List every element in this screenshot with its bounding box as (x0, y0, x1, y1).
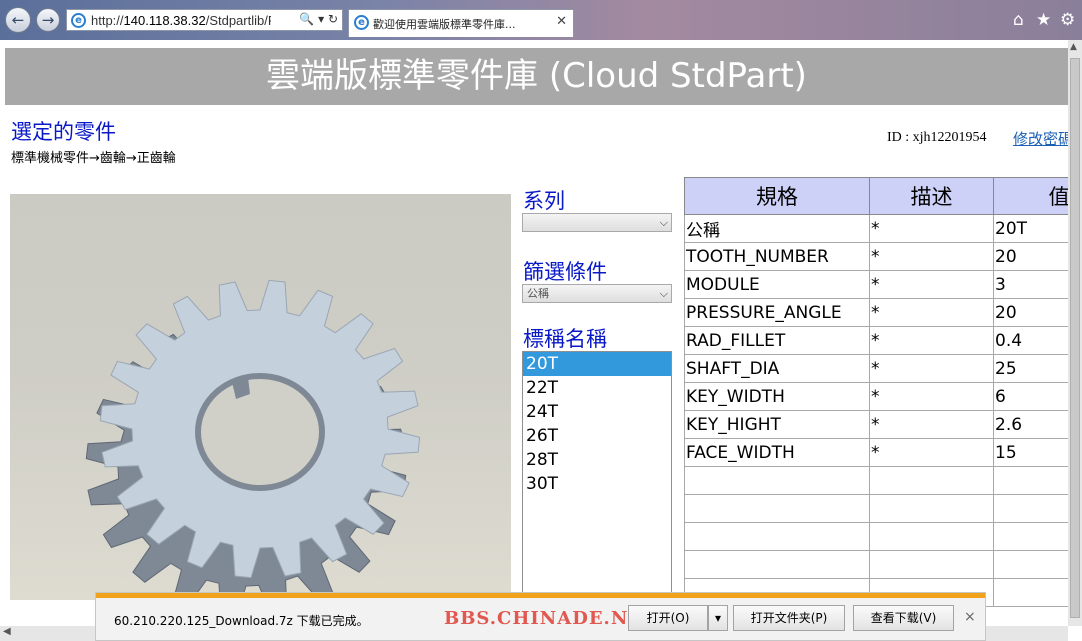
table-row: RAD_FILLET * 0.4 (684, 326, 1068, 355)
user-id: ID : xjh12201954 (887, 130, 987, 145)
filter-condition-label: 篩選條件 (523, 260, 607, 284)
gear-model-image (85, 279, 421, 600)
empty-table-row (684, 550, 1068, 579)
value-cell: 15 (993, 438, 1068, 467)
spec-name-cell: 公稱 (684, 214, 870, 243)
list-item[interactable]: 20T (523, 352, 671, 376)
series-select[interactable]: ⌵ (522, 213, 672, 232)
list-item[interactable]: 26T (523, 424, 671, 448)
download-bar: 60.210.220.125_Download.7z 下载已完成。 BBS.CH… (95, 592, 986, 641)
description-cell: * (869, 214, 994, 243)
value-cell: 0.4 (993, 326, 1068, 355)
chevron-down-icon: ⌵ (659, 216, 668, 229)
watermark-text: BBS.CHINADE.NET (444, 608, 658, 629)
value-cell: 25 (993, 354, 1068, 383)
value-cell: 20 (993, 242, 1068, 271)
chevron-down-icon: ⌵ (659, 287, 668, 300)
list-item[interactable]: 24T (523, 400, 671, 424)
close-icon[interactable]: × (964, 609, 976, 625)
spec-name-cell: SHAFT_DIA (684, 354, 870, 383)
scroll-up-icon[interactable]: ▲ (1070, 42, 1077, 52)
description-cell: * (869, 410, 994, 439)
header-value: 值 (993, 177, 1068, 215)
scroll-left-icon[interactable]: ◀ (3, 626, 11, 637)
nominal-name-label: 標稱名稱 (523, 327, 607, 351)
list-item[interactable]: 30T (523, 472, 671, 496)
spec-name-cell: KEY_WIDTH (684, 382, 870, 411)
header-description: 描述 (869, 177, 994, 215)
gear-icon[interactable]: ⚙ (1060, 10, 1075, 30)
spec-name-cell: FACE_WIDTH (684, 438, 870, 467)
table-row: 公稱 * 20T (684, 214, 1068, 243)
value-cell: 2.6 (993, 410, 1068, 439)
nominal-name-list[interactable]: 20T 22T 24T 26T 28T 30T (522, 351, 672, 601)
value-cell: 6 (993, 382, 1068, 411)
value-cell: 20 (993, 298, 1068, 327)
back-button[interactable]: ← (5, 7, 31, 33)
view-downloads-button[interactable]: 查看下载(V) (853, 605, 954, 631)
change-password-link[interactable]: 修改密碼 (1013, 128, 1073, 149)
spec-table-container: 規格 描述 值 公稱 * 20T TOOTH_NUMBER * 20 MODULE * 3 PRE… (684, 177, 1068, 609)
spec-name-cell: RAD_FILLET (684, 326, 870, 355)
table-row: FACE_WIDTH * 15 (684, 438, 1068, 467)
spec-name-cell: TOOTH_NUMBER (684, 242, 870, 271)
spec-name-cell: KEY_HIGHT (684, 410, 870, 439)
description-cell: * (869, 326, 994, 355)
empty-table-row (684, 522, 1068, 551)
tab-close-icon[interactable]: ✕ (556, 14, 567, 29)
description-cell: * (869, 242, 994, 271)
open-folder-button[interactable]: 打开文件夹(P) (733, 605, 845, 631)
address-url[interactable]: http://140.118.38.32/Stdpartlib/Pa (91, 13, 271, 28)
table-row: PRESSURE_ANGLE * 20 (684, 298, 1068, 327)
browser-toolbar: ← → e http://140.118.38.32/Stdpartlib/Pa… (0, 0, 1082, 40)
breadcrumb: 標準機械零件→齒輪→正齒輪 (11, 151, 176, 166)
filter-condition-select[interactable]: 公稱 ⌵ (522, 284, 672, 303)
model-viewer[interactable] (10, 194, 511, 600)
table-row: SHAFT_DIA * 25 (684, 354, 1068, 383)
download-bar-accent (96, 593, 985, 598)
open-button[interactable]: 打开(O) (628, 605, 708, 631)
header-spec: 規格 (684, 177, 870, 215)
browser-tab[interactable]: e 歡迎使用雲端版標準零件庫... ✕ (348, 9, 574, 37)
description-cell: * (869, 298, 994, 327)
tab-title: 歡迎使用雲端版標準零件庫... (373, 18, 516, 31)
address-tools-icon[interactable]: 🔍 ▾ ↻ (299, 12, 338, 26)
table-row: TOOTH_NUMBER * 20 (684, 242, 1068, 271)
home-icon[interactable]: ⌂ (1013, 10, 1024, 30)
value-cell: 20T (993, 214, 1068, 243)
table-row: KEY_HIGHT * 2.6 (684, 410, 1068, 439)
page-banner: 雲端版標準零件庫 (Cloud StdPart) (5, 48, 1068, 105)
list-item[interactable]: 22T (523, 376, 671, 400)
star-icon[interactable]: ★ (1036, 10, 1051, 30)
scroll-thumb[interactable] (1070, 58, 1080, 618)
vertical-scrollbar[interactable]: ▲ (1068, 40, 1082, 626)
description-cell: * (869, 354, 994, 383)
spec-table: 規格 描述 值 公稱 * 20T TOOTH_NUMBER * 20 MODULE * 3 PRE… (684, 177, 1068, 607)
open-dropdown-button[interactable]: ▾ (708, 605, 728, 631)
description-cell: * (869, 382, 994, 411)
chevron-down-icon: ▾ (714, 611, 722, 625)
description-cell: * (869, 270, 994, 299)
address-bar[interactable]: e http://140.118.38.32/Stdpartlib/Pa 🔍 ▾… (66, 9, 343, 31)
empty-table-row (684, 466, 1068, 495)
forward-button[interactable]: → (36, 8, 60, 32)
series-label: 系列 (523, 189, 565, 213)
selected-part-title: 選定的零件 (11, 120, 116, 144)
description-cell: * (869, 438, 994, 467)
spec-name-cell: MODULE (684, 270, 870, 299)
empty-table-row (684, 494, 1068, 523)
list-item[interactable]: 28T (523, 448, 671, 472)
ie-logo-icon: e (71, 13, 86, 28)
table-row: KEY_WIDTH * 6 (684, 382, 1068, 411)
spec-name-cell: PRESSURE_ANGLE (684, 298, 870, 327)
value-cell: 3 (993, 270, 1068, 299)
ie-tab-icon: e (354, 15, 369, 30)
table-row: MODULE * 3 (684, 270, 1068, 299)
download-message: 60.210.220.125_Download.7z 下载已完成。 (114, 614, 369, 628)
